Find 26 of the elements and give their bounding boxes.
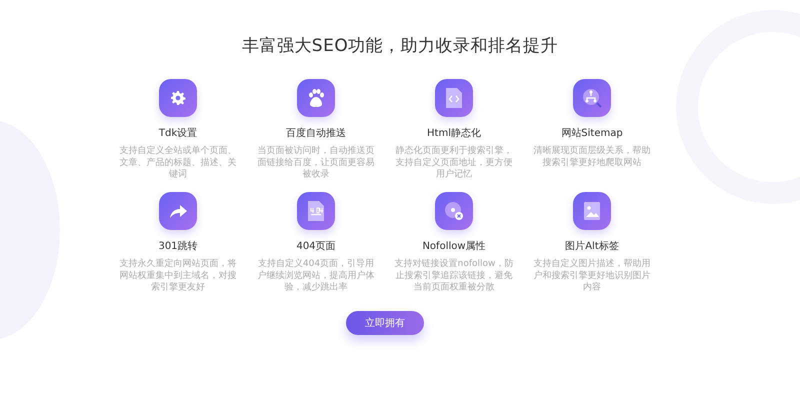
feature-title: 图片Alt标签 [565,240,619,253]
feature-title: 404页面 [296,240,336,253]
feature-description: 支持自定义图片描述，帮助用户和搜索引擎更好地识别图片内容 [532,258,652,294]
feature-description: 支持自定义404页面，引导用户继续浏览网站，提高用户体验，减少跳出率 [256,258,376,294]
paw-icon [306,88,326,108]
feature-description: 清晰展现页面层级关系，帮助搜索引擎更好地爬取网站 [532,145,652,168]
feature-title: 301跳转 [158,240,198,253]
image-icon [583,201,601,221]
buy-now-button[interactable]: 立即拥有 [346,311,424,335]
feature-description: 支持自定义全站或单个页面、文章、产品的标题、描述、关键词 [118,145,238,180]
feature-title: Tdk设置 [158,126,198,140]
feature-description: 支持永久重定向网站页面，将网站权重集中到主域名，对搜索引擎更友好 [118,258,238,294]
feature-description: 静态化页面更利于搜索引擎，支持自定义页面地址，更方便用户记忆 [394,145,514,180]
feature-title: Html静态化 [427,126,481,140]
feature-description: 当页面被访问时，自动推送页面链接给百度，让页面更容易被收录 [256,145,376,180]
code-file-icon [445,87,463,109]
section-heading: 丰富强大SEO功能，助力收录和排名提升 [242,35,558,57]
feature-title: 网站Sitemap [561,126,623,140]
circle-x-icon [443,200,465,222]
curved-arrow-icon [168,203,188,219]
feature-title: 百度自动推送 [286,126,346,140]
feature-title: Nofollow属性 [422,240,486,253]
sitemap-search-icon [581,87,603,109]
feature-description: 支持对链接设置nofollow，防止搜索引擎追踪该链接，避免当前页面权重被分散 [394,258,514,294]
gear-icon [170,90,186,106]
document-icon [307,200,325,222]
